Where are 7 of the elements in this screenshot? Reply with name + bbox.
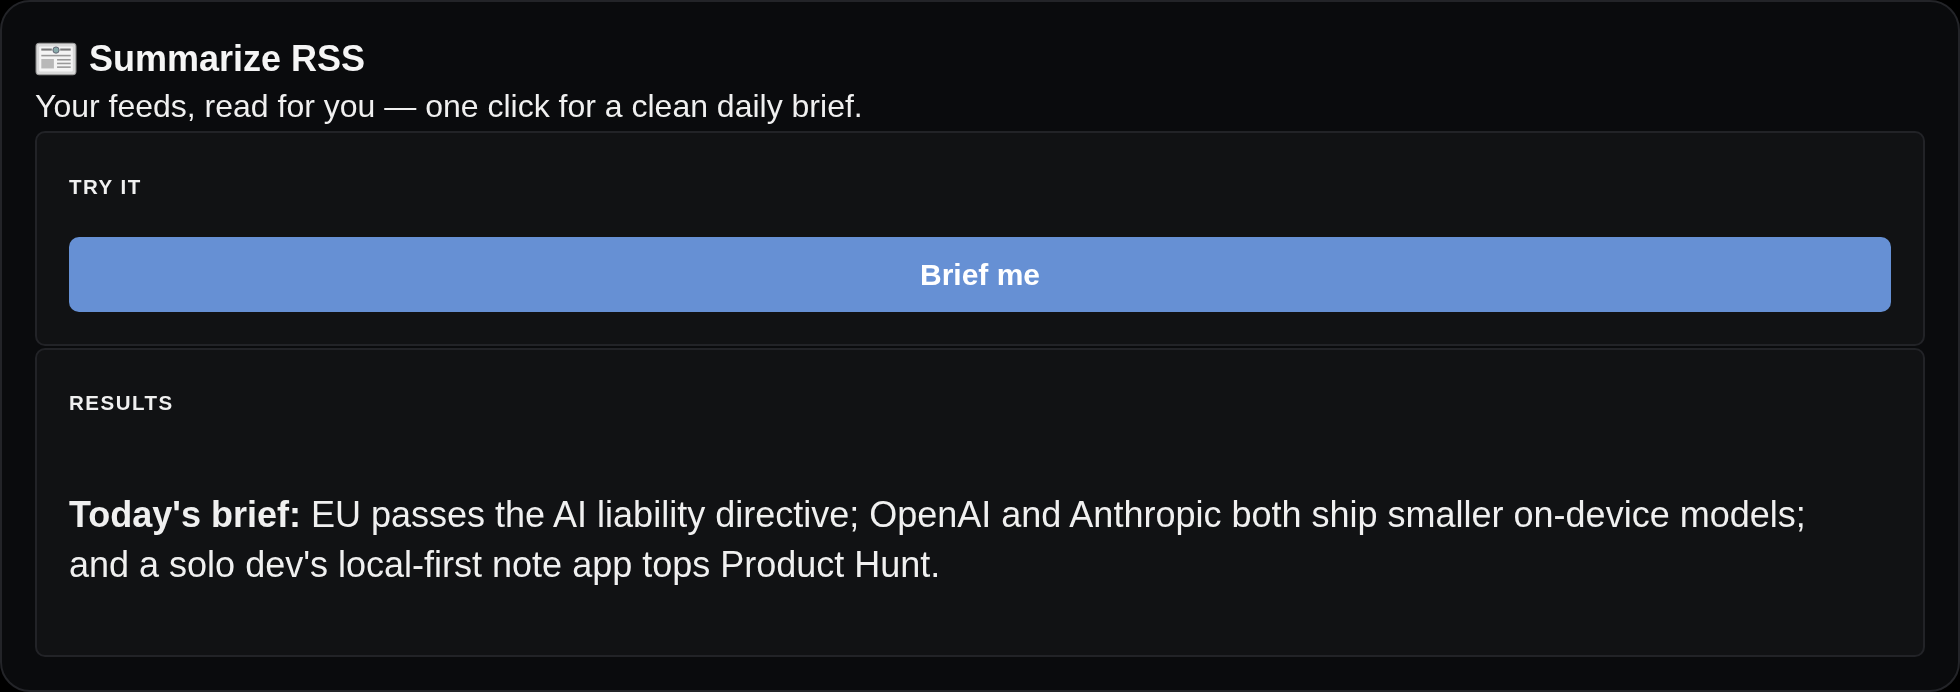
app-tagline: Your feeds, read for you — one click for a clean daily brief. bbox=[35, 87, 864, 126]
app-title: Summarize RSS bbox=[89, 37, 366, 81]
newspaper-icon bbox=[35, 41, 77, 77]
section-label: RESULTS bbox=[69, 391, 175, 415]
brief-summary: Today's brief: EU passes the AI liability directive; OpenAI and Anthropic both ship smaller on-device models; and a solo dev's local-first note app tops Product Hunt. bbox=[69, 493, 1807, 587]
brief-me-button[interactable]: Brief me bbox=[69, 237, 1891, 312]
section-label: TRY IT bbox=[69, 175, 143, 199]
